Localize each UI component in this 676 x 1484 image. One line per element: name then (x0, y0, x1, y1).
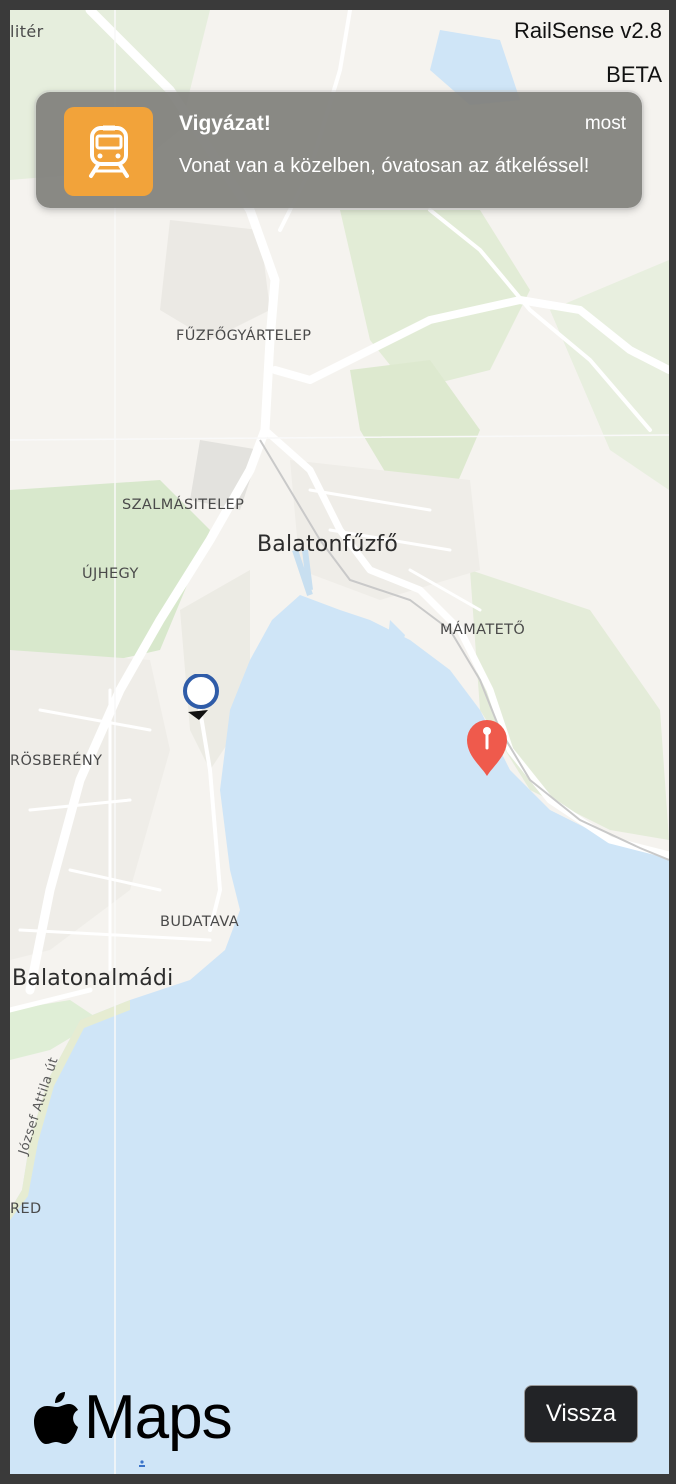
train-warning-notification[interactable]: Vigyázat! most Vonat van a közelben, óva… (34, 90, 644, 210)
map-canvas[interactable] (10, 10, 669, 1474)
map-label-rosbereny: RÖSBERÉNY (10, 753, 103, 769)
notification-body: Vonat van a közelben, óvatosan az átkelé… (179, 155, 590, 177)
apple-icon (34, 1391, 78, 1444)
notification-title: Vigyázat! (179, 112, 271, 135)
map-view[interactable]: litér FŰZFŐGYÁRTELEP SZALMÁSITELEP Balat… (10, 10, 669, 1474)
map-label-mamateto: MÁMATETŐ (440, 622, 526, 638)
map-label-balatonfuzfo: Balatonfűzfő (257, 532, 399, 557)
notification-time: most (584, 113, 626, 134)
map-label-fragment-red: RED (10, 1201, 42, 1217)
map-pin-icon[interactable] (465, 718, 509, 778)
maps-logo: Maps (34, 1382, 233, 1453)
maps-logo-text: Maps (84, 1383, 233, 1452)
beta-badge: BETA (606, 62, 662, 87)
map-label-ujhegy: ÚJHEGY (82, 566, 139, 582)
map-label-szalmasitelep: SZALMÁSITELEP (122, 497, 245, 513)
user-location-icon[interactable] (180, 674, 220, 724)
train-icon (64, 107, 153, 196)
map-label-fragment-top: litér (10, 22, 44, 41)
map-label-fuzfogyartelep: FŰZFŐGYÁRTELEP (176, 328, 312, 344)
app-title: RailSense v2.8 (514, 18, 662, 43)
attribution-icon[interactable] (138, 1459, 146, 1469)
map-label-budatava: BUDATAVA (160, 914, 240, 930)
back-button[interactable]: Vissza (524, 1385, 638, 1443)
map-label-balatonalmadi: Balatonalmádi (12, 966, 174, 991)
